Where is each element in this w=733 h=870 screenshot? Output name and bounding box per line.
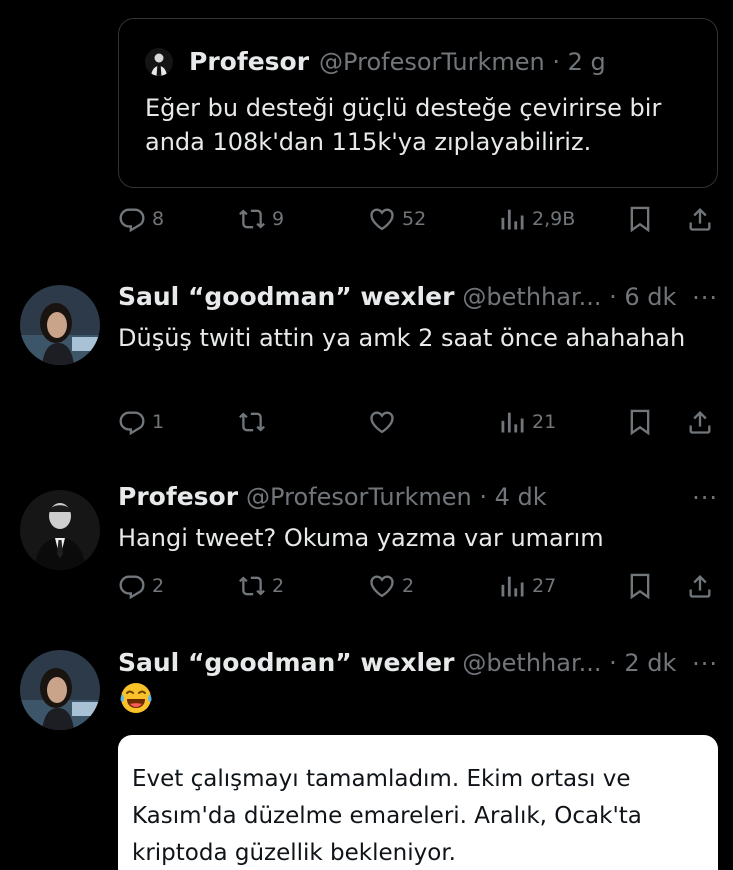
retweet-button[interactable]: 2 xyxy=(238,572,284,600)
avatar[interactable] xyxy=(20,285,100,365)
like-icon xyxy=(368,408,396,436)
bookmark-icon xyxy=(626,408,654,436)
share-button[interactable] xyxy=(686,205,714,233)
like-button[interactable]: 52 xyxy=(368,205,426,233)
more-options-icon[interactable]: ··· xyxy=(692,650,718,678)
views-icon xyxy=(498,408,526,436)
views-icon xyxy=(498,572,526,600)
share-icon xyxy=(686,572,714,600)
tweet-text: Hangi tweet? Okuma yazma var umarım xyxy=(118,524,604,552)
more-options-icon[interactable]: ··· xyxy=(692,484,718,512)
display-name[interactable]: Saul “goodman” wexler xyxy=(118,282,454,311)
display-name[interactable]: Profesor xyxy=(118,482,238,511)
handle-and-time[interactable]: @bethhar... · 6 dk xyxy=(462,283,676,311)
reply-icon xyxy=(118,408,146,436)
reply-count: 8 xyxy=(152,208,165,230)
like-icon xyxy=(368,205,396,233)
retweet-icon xyxy=(238,205,266,233)
reply-button[interactable]: 1 xyxy=(118,408,164,436)
views-button[interactable]: 21 xyxy=(498,408,556,436)
bookmark-icon xyxy=(626,205,654,233)
reply-count: 2 xyxy=(152,575,165,597)
reply-count: 1 xyxy=(152,411,165,433)
avatar[interactable] xyxy=(145,47,173,76)
attached-image-text: Evet çalışmayı tamamladım. Ekim ortası v… xyxy=(132,766,642,866)
tweet-actions: 1 21 xyxy=(118,408,718,438)
like-count: 2 xyxy=(402,575,415,597)
handle-and-time[interactable]: @ProfesorTurkmen · 4 dk xyxy=(246,483,547,511)
tweet-actions: 8 9 52 2,9B xyxy=(118,205,718,235)
display-name[interactable]: Profesor xyxy=(189,47,309,76)
reply-icon xyxy=(118,572,146,600)
bookmark-button[interactable] xyxy=(626,205,654,233)
more-options-icon[interactable]: ··· xyxy=(692,284,718,312)
display-name[interactable]: Saul “goodman” wexler xyxy=(118,648,454,677)
share-button[interactable] xyxy=(686,572,714,600)
tweet-header: Saul “goodman” wexler @bethhar... · 2 dk… xyxy=(118,648,718,678)
quoted-tweet-card[interactable]: Profesor @ProfesorTurkmen · 2 g Eğer bu … xyxy=(118,18,718,188)
avatar[interactable] xyxy=(20,650,100,730)
tweet-text: Düşüş twiti attin ya amk 2 saat önce aha… xyxy=(118,324,686,352)
retweet-icon xyxy=(238,408,266,436)
like-icon xyxy=(368,572,396,600)
bookmark-button[interactable] xyxy=(626,408,654,436)
tweet-text: Eğer bu desteği güçlü desteğe çevirirse … xyxy=(145,94,662,156)
tweet-header: Saul “goodman” wexler @bethhar... · 6 dk… xyxy=(118,282,718,312)
tweet-actions: 2 2 2 27 xyxy=(118,572,718,602)
attached-image[interactable]: Evet çalışmayı tamamladım. Ekim ortası v… xyxy=(118,735,718,870)
reply-icon xyxy=(118,205,146,233)
like-count: 52 xyxy=(402,208,427,230)
reply-button[interactable]: 8 xyxy=(118,205,164,233)
share-icon xyxy=(686,408,714,436)
avatar[interactable] xyxy=(20,490,100,570)
views-count: 27 xyxy=(532,575,557,597)
retweet-button[interactable]: 9 xyxy=(238,205,284,233)
views-button[interactable]: 27 xyxy=(498,572,556,600)
share-button[interactable] xyxy=(686,408,714,436)
views-count: 21 xyxy=(532,411,557,433)
tweet-header: Profesor @ProfesorTurkmen · 4 dk ··· xyxy=(118,482,718,512)
views-icon xyxy=(498,205,526,233)
handle-and-time[interactable]: @ProfesorTurkmen · 2 g xyxy=(319,48,606,76)
like-button[interactable]: 2 xyxy=(368,572,414,600)
retweet-button[interactable] xyxy=(238,408,272,436)
quoted-tweet-header: Profesor @ProfesorTurkmen · 2 g xyxy=(145,47,606,76)
reply-button[interactable]: 2 xyxy=(118,572,164,600)
like-button[interactable] xyxy=(368,408,402,436)
laughing-tears-emoji xyxy=(120,683,152,713)
views-count: 2,9B xyxy=(532,208,576,230)
bookmark-icon xyxy=(626,572,654,600)
retweet-icon xyxy=(238,572,266,600)
share-icon xyxy=(686,205,714,233)
views-button[interactable]: 2,9B xyxy=(498,205,575,233)
retweet-count: 2 xyxy=(272,575,285,597)
bookmark-button[interactable] xyxy=(626,572,654,600)
handle-and-time[interactable]: @bethhar... · 2 dk xyxy=(462,649,676,677)
retweet-count: 9 xyxy=(272,208,285,230)
